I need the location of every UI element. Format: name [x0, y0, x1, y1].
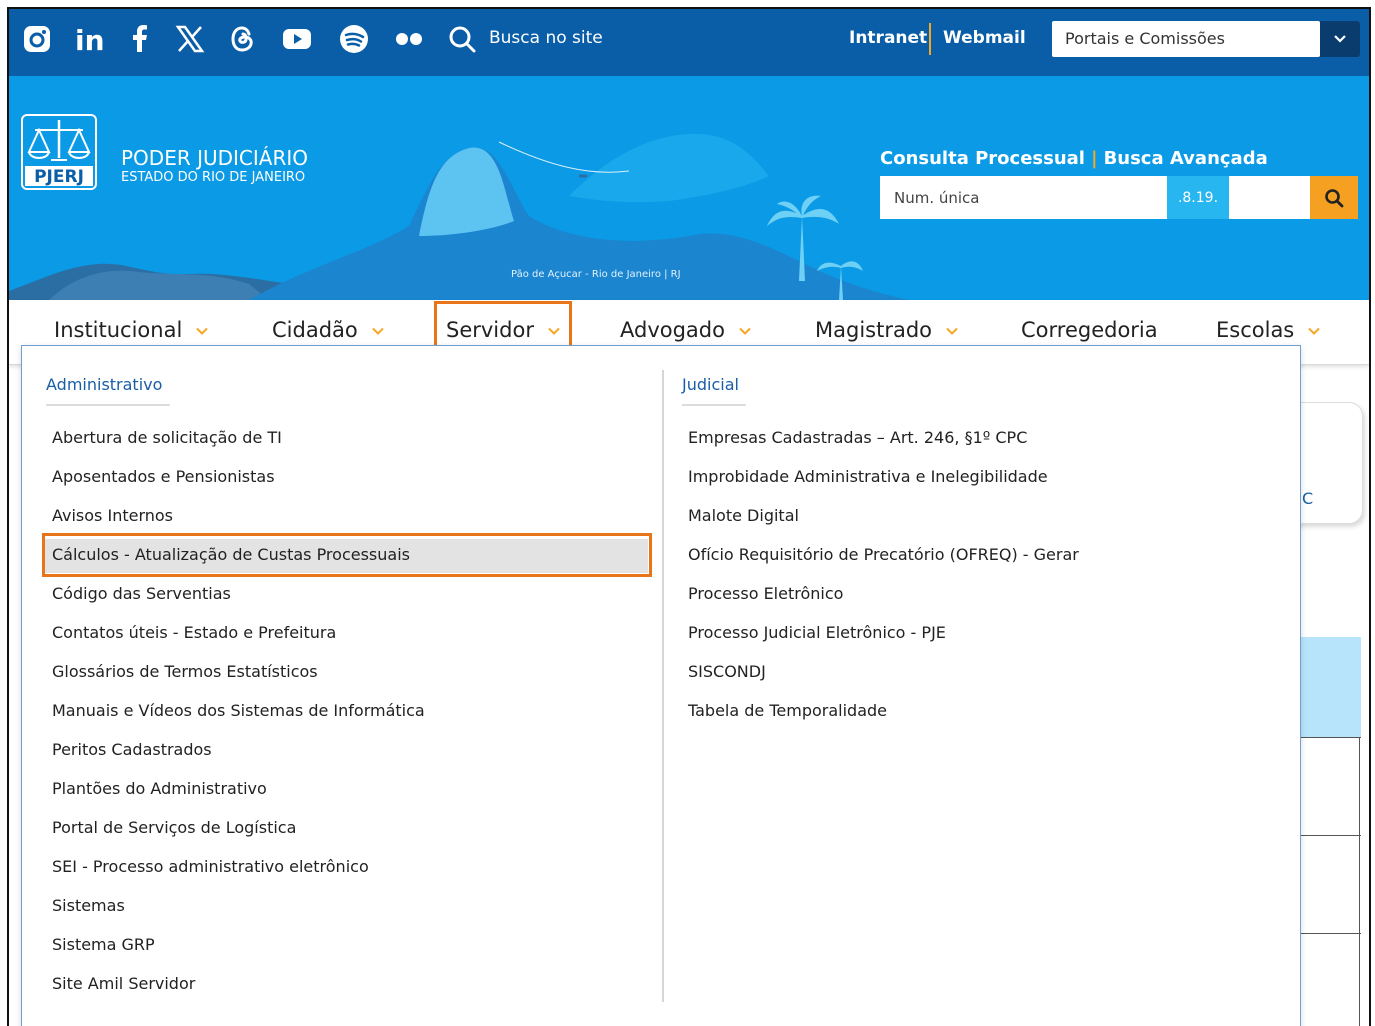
nav-item-magistrado[interactable]: Magistrado	[815, 318, 958, 342]
chevron-down-icon	[372, 327, 384, 335]
menu-link-contatos-uteis[interactable]: Contatos úteis - Estado e Prefeitura	[52, 623, 336, 642]
menu-link-improbidade[interactable]: Improbidade Administrativa e Inelegibili…	[688, 467, 1048, 486]
chevron-down-icon	[196, 327, 209, 335]
search-icon	[1325, 188, 1344, 207]
menu-link-glossarios[interactable]: Glossários de Termos Estatísticos	[52, 662, 318, 681]
menu-link-ofreq[interactable]: Ofício Requisitório de Precatório (OFREQ…	[688, 545, 1079, 564]
menu-link-aposentados[interactable]: Aposentados e Pensionistas	[52, 467, 275, 486]
spotify-icon[interactable]	[337, 22, 371, 56]
administrativo-heading: Administrativo	[46, 375, 163, 394]
process-number-placeholder: Num. única	[894, 188, 980, 207]
consulta-separator: |	[1090, 148, 1098, 169]
menu-link-site-amil[interactable]: Site Amil Servidor	[52, 974, 195, 993]
intranet-link[interactable]: Intranet	[849, 28, 927, 48]
chevron-down-icon	[1334, 35, 1346, 43]
process-number-segment: .8.19.	[1167, 176, 1229, 219]
menu-link-pje[interactable]: Processo Judicial Eletrônico - PJE	[688, 623, 946, 642]
menu-link-codigo-serventias[interactable]: Código das Serventias	[52, 584, 231, 603]
nav-label: Escolas	[1216, 318, 1295, 342]
site-search-link[interactable]: Busca no site	[489, 28, 603, 48]
threads-icon[interactable]	[226, 22, 260, 56]
menu-link-empresas-cadastradas[interactable]: Empresas Cadastradas – Art. 246, §1º CPC	[688, 428, 1027, 447]
portais-dropdown-button[interactable]	[1320, 21, 1360, 57]
chevron-down-icon	[946, 327, 958, 335]
topbar-separator	[929, 23, 931, 55]
header-banner: PJERJ PODER JUDICIÁRIO ESTADO DO RIO DE …	[9, 76, 1369, 300]
menu-link-sistema-grp[interactable]: Sistema GRP	[52, 935, 155, 954]
logo-text: PJERJ	[34, 167, 84, 187]
portais-select-value: Portais e Comissões	[1065, 29, 1225, 48]
column-divider	[662, 370, 664, 1002]
process-search-button[interactable]	[1310, 176, 1358, 219]
heading-underline	[46, 404, 170, 406]
pjerj-logo[interactable]: PJERJ	[21, 114, 97, 190]
org-title: PODER JUDICIÁRIO	[121, 146, 309, 170]
menu-link-siscondj[interactable]: SISCONDJ	[688, 662, 766, 681]
background-divider	[1359, 737, 1360, 1026]
consulta-links: Consulta Processual | Busca Avançada	[880, 148, 1268, 169]
nav-item-escolas[interactable]: Escolas	[1216, 318, 1320, 342]
nav-label: Advogado	[620, 318, 725, 342]
background-card-text: C	[1302, 489, 1314, 508]
org-subtitle: ESTADO DO RIO DE JANEIRO	[121, 170, 306, 185]
menu-link-abertura-ti[interactable]: Abertura de solicitação de TI	[52, 428, 282, 447]
portais-select[interactable]: Portais e Comissões	[1052, 21, 1320, 57]
judicial-heading: Judicial	[682, 375, 739, 394]
menu-link-processo-eletronico[interactable]: Processo Eletrônico	[688, 584, 843, 603]
nav-item-cidadao[interactable]: Cidadão	[272, 318, 384, 342]
facebook-icon[interactable]	[123, 22, 157, 56]
process-number-suffix-input[interactable]	[1229, 176, 1310, 219]
instagram-icon[interactable]	[20, 22, 54, 56]
heading-underline	[682, 404, 746, 406]
search-icon[interactable]	[445, 22, 479, 56]
nav-label: Magistrado	[815, 318, 933, 342]
flickr-icon[interactable]	[392, 22, 426, 56]
consulta-processual-link[interactable]: Consulta Processual	[880, 148, 1085, 169]
svg-text:in: in	[75, 24, 105, 55]
menu-link-malote-digital[interactable]: Malote Digital	[688, 506, 799, 525]
menu-link-peritos[interactable]: Peritos Cadastrados	[52, 740, 212, 759]
servidor-dropdown-menu: Administrativo Judicial Abertura de soli…	[21, 345, 1301, 1026]
servidor-highlight-box	[434, 301, 572, 348]
menu-link-portal-logistica[interactable]: Portal de Serviços de Logística	[52, 818, 296, 837]
process-number-input[interactable]: Num. única	[880, 176, 1167, 219]
nav-label: Corregedoria	[1021, 318, 1158, 342]
menu-link-manuais-videos[interactable]: Manuais e Vídeos dos Sistemas de Informá…	[52, 701, 425, 720]
menu-link-sistemas[interactable]: Sistemas	[52, 896, 125, 915]
busca-avancada-link[interactable]: Busca Avançada	[1104, 148, 1268, 169]
chevron-down-icon	[739, 327, 751, 335]
nav-item-institucional[interactable]: Institucional	[54, 318, 209, 342]
nav-label: Institucional	[54, 318, 183, 342]
linkedin-icon[interactable]: in	[73, 22, 107, 56]
chevron-down-icon	[1308, 327, 1320, 335]
menu-link-tabela-temporalidade[interactable]: Tabela de Temporalidade	[688, 701, 887, 720]
x-icon[interactable]	[173, 22, 207, 56]
browser-frame: in Busca no site Intranet Webmail Portai…	[7, 7, 1371, 1026]
youtube-icon[interactable]	[280, 22, 314, 56]
nav-item-corregedoria[interactable]: Corregedoria	[1021, 318, 1158, 342]
calculos-highlight-box	[42, 533, 652, 577]
menu-link-avisos-internos[interactable]: Avisos Internos	[52, 506, 173, 525]
menu-link-plantoes[interactable]: Plantões do Administrativo	[52, 779, 267, 798]
nav-item-advogado[interactable]: Advogado	[620, 318, 751, 342]
nav-label: Cidadão	[272, 318, 358, 342]
banner-caption: Pão de Açucar - Rio de Janeiro | RJ	[511, 269, 681, 280]
top-bar: in Busca no site Intranet Webmail Portai…	[9, 9, 1369, 76]
webmail-link[interactable]: Webmail	[943, 28, 1026, 48]
menu-link-sei[interactable]: SEI - Processo administrativo eletrônico	[52, 857, 369, 876]
